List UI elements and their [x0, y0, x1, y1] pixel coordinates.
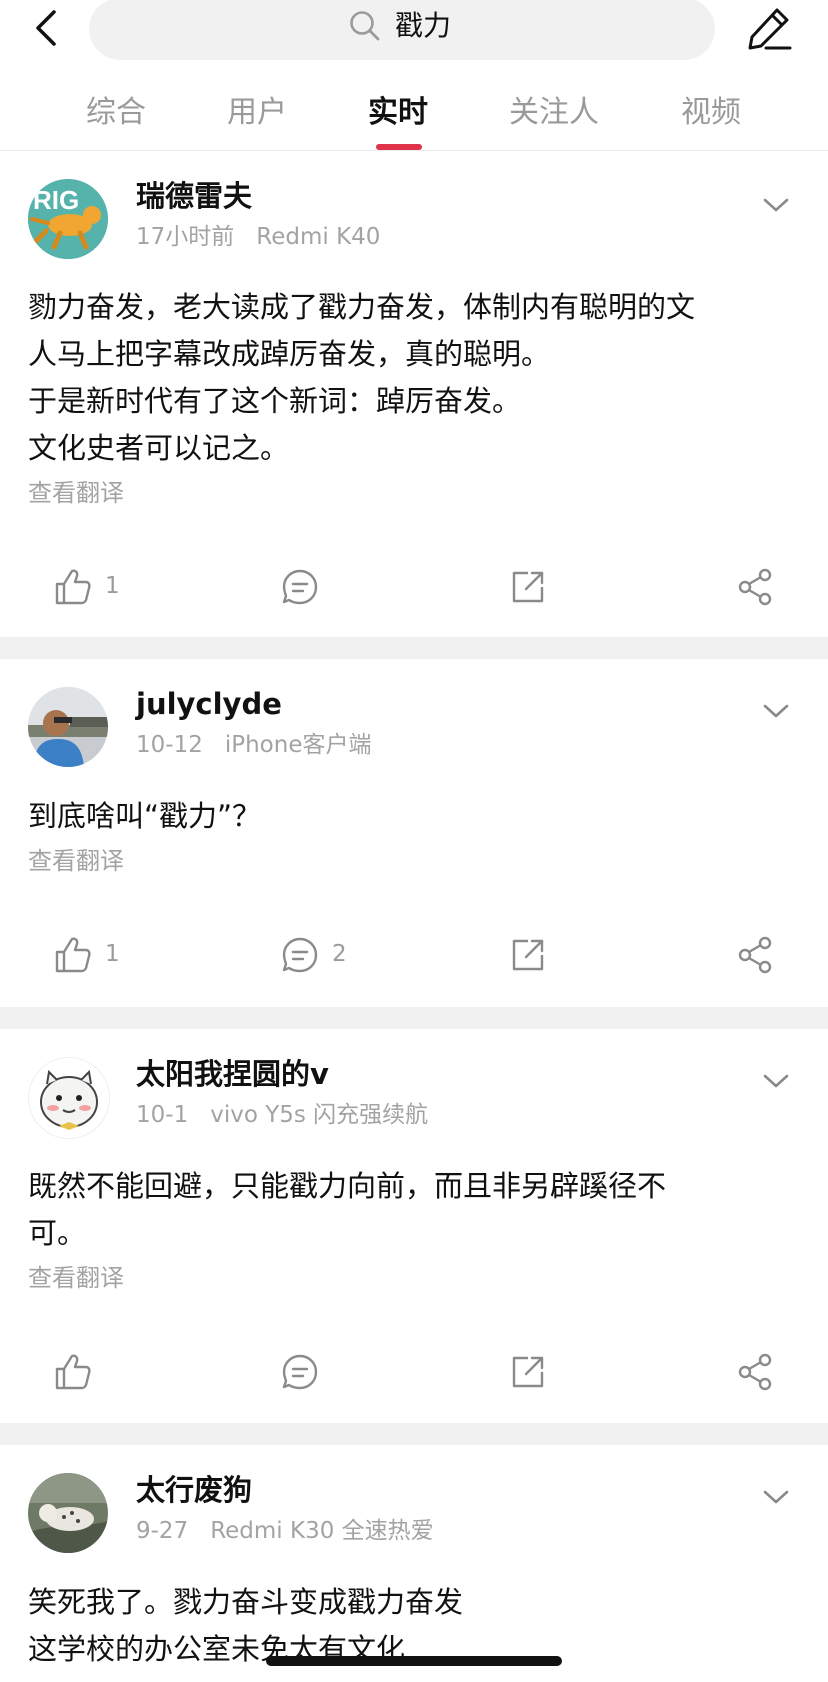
post-text-line: 人马上把字幕改成踔厉奋发，真的聪明。 [28, 337, 551, 371]
thumbs-up-icon [55, 569, 91, 605]
like-count: 1 [105, 573, 120, 599]
thumbs-up-icon [55, 937, 91, 973]
tab-realtime[interactable]: 实时 [368, 92, 428, 134]
avatar-image [29, 1058, 109, 1138]
view-translation-link[interactable]: 查看翻译 [28, 476, 124, 510]
tab-bar: 综合 用户 实时 关注人 视频 [0, 78, 828, 151]
post-content: 既然不能回避，只能戳力向前，而且非另辟蹊径不 可。 [28, 1163, 788, 1257]
comment-icon [282, 937, 318, 973]
post-device: Redmi K30 全速热爱 [210, 1518, 434, 1544]
post-meta: 17小时前 Redmi K40 [136, 221, 380, 253]
repost-icon [512, 571, 544, 603]
section-divider [0, 637, 828, 659]
post-text-line: 既然不能回避，只能戳力向前，而且非另辟蹊径不 [28, 1169, 667, 1203]
avatar-image [28, 687, 108, 767]
action-bar [0, 1350, 828, 1394]
post-meta: 10-12 iPhone客户端 [136, 729, 371, 761]
search-icon [350, 11, 380, 41]
active-tab-indicator [376, 144, 422, 150]
repost-icon [512, 939, 544, 971]
avatar[interactable] [28, 687, 108, 767]
view-translation-link[interactable]: 查看翻译 [28, 1261, 124, 1295]
post-meta: 10-1 vivo Y5s 闪充强续航 [136, 1099, 428, 1131]
tab-videos[interactable]: 视频 [681, 92, 741, 134]
search-query: 戳力 [395, 9, 452, 42]
post-text-line: 于是新时代有了这个新词：踔厉奋发。 [28, 384, 522, 418]
post-text-line: 文化史者可以记之。 [28, 431, 290, 465]
like-count: 1 [105, 941, 120, 967]
comment-count: 2 [332, 941, 347, 967]
username[interactable]: 太行废狗 [136, 1471, 252, 1509]
username[interactable]: 太阳我捏圆的v [136, 1055, 329, 1093]
share-icon [738, 568, 772, 606]
svg-text:RIG: RIG [33, 185, 79, 215]
thumbs-up-icon [55, 1354, 91, 1390]
section-divider [0, 1423, 828, 1445]
share-icon [738, 1353, 772, 1391]
tab-following[interactable]: 关注人 [509, 92, 599, 134]
post-device: vivo Y5s 闪充强续航 [210, 1102, 429, 1128]
top-bar: 戳力 [0, 0, 828, 62]
comment-icon [282, 1354, 318, 1390]
post-card: RIG 瑞德雷夫 17小时前 Redmi K40 勠力奋发，老大读成了戳力奋发，体… [0, 151, 828, 637]
post-card: 太阳我捏圆的v 10-1 vivo Y5s 闪充强续航 既然不能回避，只能戳力向前… [0, 1029, 828, 1423]
avatar[interactable] [28, 1057, 110, 1139]
post-time: 10-12 [136, 732, 203, 758]
post-content: 勠力奋发，老大读成了戳力奋发，体制内有聪明的文 人马上把字幕改成踔厉奋发，真的聪… [28, 284, 788, 472]
post-device: iPhone客户端 [224, 732, 372, 758]
post-text-line: 笑死我了。戮力奋斗变成戳力奋发 [28, 1585, 464, 1619]
avatar[interactable] [28, 1473, 108, 1553]
username[interactable]: 瑞德雷夫 [136, 177, 252, 215]
avatar-image [28, 1473, 108, 1553]
chevron-down-icon[interactable] [762, 701, 790, 721]
post-time: 9-27 [136, 1518, 189, 1544]
action-bar: 1 [0, 565, 828, 609]
action-bar: 1 2 [0, 933, 828, 977]
username[interactable]: julyclyde [136, 685, 282, 723]
post-card: 太行废狗 9-27 Redmi K30 全速热爱 笑死我了。戮力奋斗变成戳力奋发 … [0, 1445, 828, 1682]
tab-comprehensive[interactable]: 综合 [86, 92, 146, 134]
post-text-line: 到底啥叫“戳力”？ [28, 799, 262, 833]
post-card: julyclyde 10-12 iPhone客户端 到底啥叫“戳力”？ 查看翻译 … [0, 659, 828, 1007]
avatar-image: RIG [28, 179, 108, 259]
post-time: 17小时前 [136, 224, 235, 250]
comment-icon [282, 569, 318, 605]
tab-users[interactable]: 用户 [227, 92, 287, 134]
share-icon [738, 936, 772, 974]
post-text-line: 可。 [28, 1216, 87, 1250]
avatar[interactable]: RIG [28, 179, 108, 259]
chevron-down-icon[interactable] [762, 1487, 790, 1507]
home-indicator[interactable] [266, 1656, 562, 1666]
post-text-line: 勠力奋发，老大读成了戳力奋发，体制内有聪明的文 [28, 290, 696, 324]
post-meta: 9-27 Redmi K30 全速热爱 [136, 1515, 434, 1547]
edit-pencil-icon[interactable] [744, 4, 794, 54]
view-translation-link[interactable]: 查看翻译 [28, 844, 124, 878]
post-time: 10-1 [136, 1102, 189, 1128]
chevron-down-icon[interactable] [762, 195, 790, 215]
back-arrow-icon[interactable] [28, 8, 68, 48]
repost-icon [512, 1356, 544, 1388]
post-device: Redmi K40 [256, 224, 381, 250]
chevron-down-icon[interactable] [762, 1071, 790, 1091]
post-content: 到底啥叫“戳力”？ [28, 793, 788, 840]
section-divider [0, 1007, 828, 1029]
search-bar[interactable]: 戳力 [89, 0, 715, 60]
